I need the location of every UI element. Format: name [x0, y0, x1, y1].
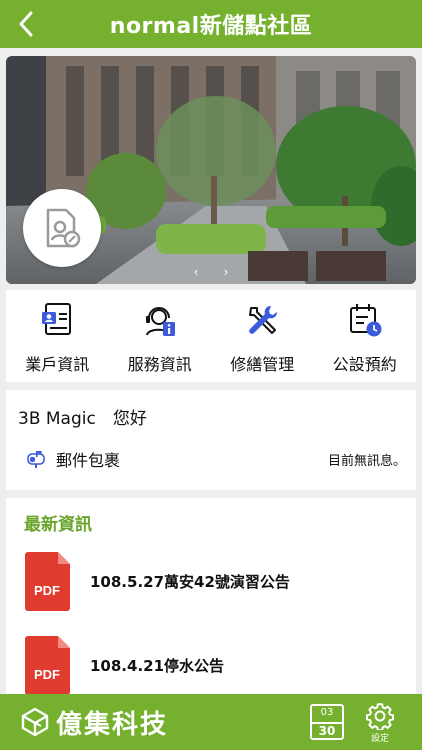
- pdf-icon: PDF: [25, 636, 70, 695]
- menu-item-service-info[interactable]: 服務資訊: [109, 290, 212, 382]
- bottom-bar: 億集科技 03 30 設定: [0, 694, 422, 750]
- user-document-icon: [46, 208, 81, 248]
- news-item-text: 108.5.27萬安42號演習公告: [90, 572, 290, 591]
- menu-item-repair-management[interactable]: 修繕管理: [211, 290, 314, 382]
- news-item[interactable]: PDF 108.4.21停水公告: [24, 634, 404, 696]
- calendar-clock-icon: [349, 304, 382, 337]
- resident-card-icon: [42, 303, 72, 335]
- banner-pager: ‹ ›: [188, 264, 234, 280]
- profile-avatar[interactable]: [23, 189, 101, 267]
- banner-next-button[interactable]: ›: [218, 265, 234, 279]
- brand-logo-icon: [21, 707, 49, 737]
- news-item-text: 108.4.21停水公告: [90, 656, 225, 675]
- brand-name: 億集科技: [56, 709, 169, 740]
- mail-status: 目前無訊息。: [327, 453, 406, 469]
- pdf-icon: PDF: [25, 552, 70, 611]
- greeting-text: 3B Magic 您好: [18, 409, 147, 429]
- news-title: 最新資訊: [24, 515, 92, 535]
- community-banner[interactable]: ‹ ›: [6, 56, 416, 284]
- back-button[interactable]: [10, 8, 42, 40]
- service-agent-icon: [145, 307, 175, 336]
- menu-item-label: 公設預約: [332, 355, 397, 374]
- back-arrow-icon: [19, 11, 33, 37]
- news-section: 最新資訊 PDF 108.5.27萬安42號演習公告 PDF 108.4.21停…: [6, 498, 416, 698]
- mail-label: 郵件包裹: [56, 451, 121, 470]
- app-header: normal新儲點社區: [0, 0, 422, 48]
- calendar-button[interactable]: 03 30: [310, 704, 344, 740]
- settings-button[interactable]: 設定: [362, 702, 398, 746]
- mailbox-icon: [27, 451, 45, 468]
- menu-item-label: 業戶資訊: [25, 355, 90, 374]
- menu-item-facility-booking[interactable]: 公設預約: [314, 290, 417, 382]
- news-item[interactable]: PDF 108.5.27萬安42號演習公告: [24, 550, 404, 612]
- page-title: normal新儲點社區: [109, 14, 313, 39]
- pdf-icon-label: PDF: [34, 583, 60, 598]
- settings-label: 設定: [370, 734, 389, 744]
- pdf-icon-label: PDF: [34, 667, 60, 682]
- menu-item-label: 服務資訊: [127, 355, 192, 374]
- tools-icon: [249, 305, 278, 334]
- menu-item-resident-info[interactable]: 業戶資訊: [6, 290, 109, 382]
- gear-icon: [366, 703, 394, 730]
- mail-row[interactable]: 郵件包裹 目前無訊息。: [26, 446, 406, 472]
- greeting-card: 3B Magic 您好 郵件包裹 目前無訊息。: [6, 390, 416, 490]
- calendar-day: 30: [318, 724, 336, 738]
- calendar-month: 03: [320, 707, 334, 718]
- brand: 億集科技: [20, 702, 168, 742]
- quick-menu: 業戶資訊 服務資訊 修繕管理 公設預約: [6, 290, 416, 382]
- menu-item-label: 修繕管理: [230, 355, 295, 374]
- banner-prev-button[interactable]: ‹: [188, 265, 204, 279]
